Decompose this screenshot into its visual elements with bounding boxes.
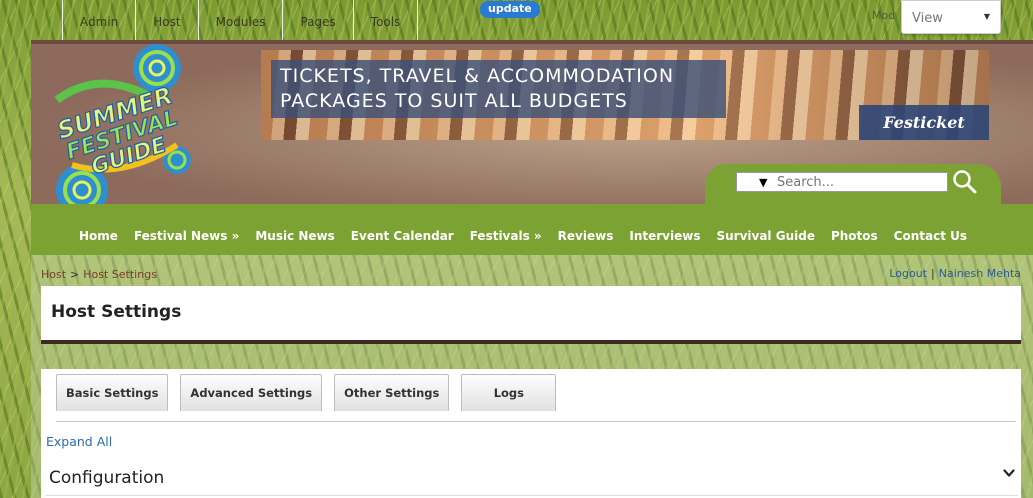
user-name-link[interactable]: Nainesh Mehta [939, 267, 1021, 280]
tab-advanced-settings[interactable]: Advanced Settings [180, 374, 323, 411]
section-divider [46, 495, 1018, 496]
nav-item-home[interactable]: Home [79, 204, 118, 255]
nav-item-interviews[interactable]: Interviews [629, 204, 700, 255]
festicket-logo: Festicket [859, 105, 989, 140]
nav-item-contact-us[interactable]: Contact Us [894, 204, 967, 255]
search-input[interactable] [777, 174, 942, 190]
chevron-down-icon: ▼ [983, 12, 990, 21]
nav-item-event-calendar[interactable]: Event Calendar [351, 204, 454, 255]
control-bar-menu: Admin Host Modules Pages Tools [62, 0, 419, 40]
control-bar: Admin Host Modules Pages Tools update Mo… [0, 0, 1033, 40]
controlbar-menu-modules[interactable]: Modules [197, 0, 283, 40]
tab-logs[interactable]: Logs [461, 374, 557, 411]
tab-basic-settings[interactable]: Basic Settings [56, 374, 169, 411]
nav-item-festivals[interactable]: Festivals » [470, 204, 542, 255]
user-links-separator: | [931, 267, 935, 280]
mode-label: Mod [872, 9, 896, 22]
nav-item-photos[interactable]: Photos [831, 204, 878, 255]
banner-line-1: TICKETS, TRAVEL & ACCOMMODATION [280, 65, 675, 87]
nav-item-survival-guide[interactable]: Survival Guide [716, 204, 814, 255]
breadcrumb-separator: > [70, 268, 80, 281]
search-box: ▼ [736, 172, 948, 192]
mode-select[interactable]: View ▼ [901, 0, 1001, 34]
breadcrumb-host[interactable]: Host [41, 268, 66, 281]
logout-link[interactable]: Logout [889, 267, 927, 280]
search-icon[interactable] [952, 169, 978, 195]
banner-headline: TICKETS, TRAVEL & ACCOMMODATION PACKAGES… [271, 60, 726, 118]
controlbar-menu-pages[interactable]: Pages [282, 0, 352, 40]
controlbar-menu-tools[interactable]: Tools [352, 0, 419, 40]
settings-tabs: Basic Settings Advanced Settings Other S… [56, 374, 568, 411]
banner-line-2: PACKAGES TO SUIT ALL BUDGETS [280, 90, 628, 112]
site-logo[interactable]: SUMMER FESTIVAL GUIDE [37, 40, 207, 222]
main-nav-list: Home Festival News » Music News Event Ca… [79, 204, 983, 255]
search-filter-dropdown-icon[interactable]: ▼ [759, 176, 767, 189]
mode-select-value: View [912, 11, 943, 26]
nav-item-music-news[interactable]: Music News [255, 204, 334, 255]
main-nav: Home Festival News » Music News Event Ca… [31, 204, 1033, 255]
update-badge[interactable]: update [480, 1, 540, 18]
section-header-configuration[interactable]: Configuration [49, 468, 164, 488]
tab-other-settings[interactable]: Other Settings [334, 374, 450, 411]
nav-item-reviews[interactable]: Reviews [558, 204, 614, 255]
expand-all-link[interactable]: Expand All [46, 434, 112, 449]
breadcrumb: Host > Host Settings [41, 268, 157, 281]
page-title-box: Host Settings [41, 286, 1021, 344]
settings-panel: Basic Settings Advanced Settings Other S… [41, 369, 1021, 498]
controlbar-menu-host[interactable]: Host [135, 0, 197, 40]
festicket-banner[interactable]: TICKETS, TRAVEL & ACCOMMODATION PACKAGES… [261, 50, 989, 140]
controlbar-menu-admin[interactable]: Admin [62, 0, 135, 40]
page-title: Host Settings [51, 302, 182, 322]
breadcrumb-host-settings[interactable]: Host Settings [83, 268, 157, 281]
tabs-divider [56, 421, 1016, 422]
nav-item-festival-news[interactable]: Festival News » [134, 204, 239, 255]
chevron-down-icon[interactable] [1003, 468, 1015, 478]
user-links: Logout | Nainesh Mehta [889, 267, 1021, 280]
